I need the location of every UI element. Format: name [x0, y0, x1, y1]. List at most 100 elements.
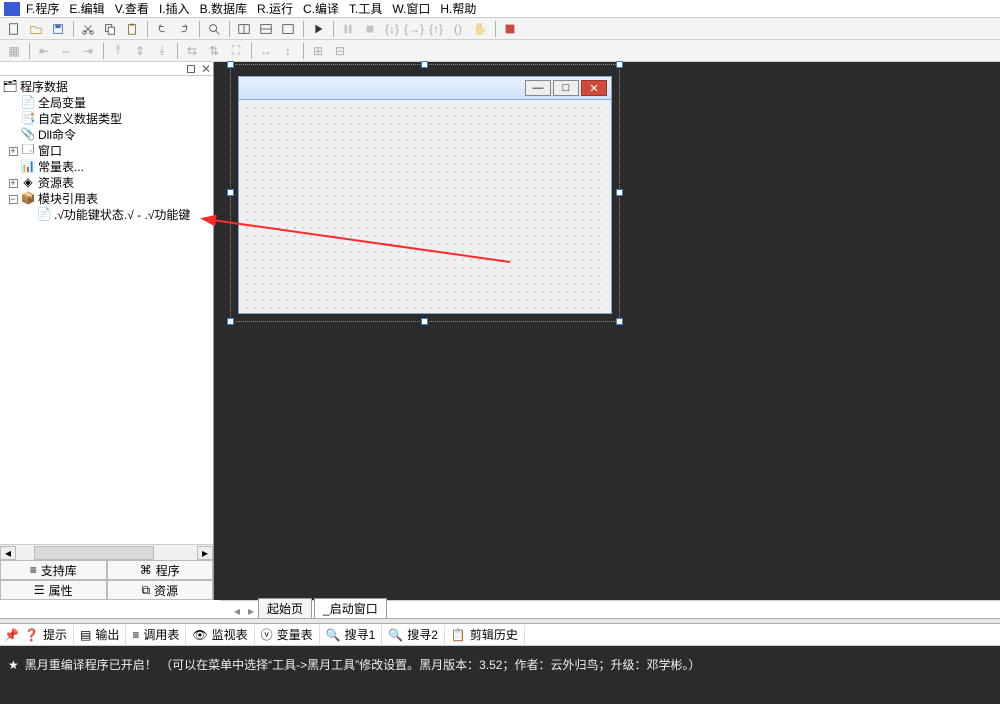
- form-client-area[interactable]: [238, 100, 612, 314]
- tab-startup-window[interactable]: _启动窗口: [314, 598, 387, 618]
- dtab-hints[interactable]: ❓提示: [18, 625, 74, 645]
- same-width-icon[interactable]: ⇆: [182, 42, 202, 60]
- pause-icon[interactable]: [338, 20, 358, 38]
- tree-node-module-child[interactable]: 📄 .√功能键状态.√ - .√功能键: [0, 206, 213, 222]
- dtab-search2[interactable]: 🔍搜寻2: [382, 625, 445, 645]
- undo-icon[interactable]: [152, 20, 172, 38]
- align-bottom-icon[interactable]: ⤓: [152, 42, 172, 60]
- step-over-icon[interactable]: {→}: [404, 20, 424, 38]
- step-out-icon[interactable]: {↑}: [426, 20, 446, 38]
- tree-node-const[interactable]: 📊 常量表...: [0, 158, 213, 174]
- tab-program[interactable]: ⌘程序: [107, 560, 214, 580]
- open-file-icon[interactable]: [26, 20, 46, 38]
- minimize-icon[interactable]: —: [525, 80, 551, 96]
- resize-handle[interactable]: [616, 189, 623, 196]
- scroll-right-icon[interactable]: ▸: [197, 546, 213, 560]
- project-tree[interactable]: 🗂 程序数据 📄 全局变量 📑 自定义数据类型 📎 Dll命令 + 🗔 窗口: [0, 76, 213, 544]
- close-icon[interactable]: ✕: [581, 80, 607, 96]
- same-height-icon[interactable]: ⇅: [204, 42, 224, 60]
- resize-handle[interactable]: [616, 61, 623, 68]
- dtab-vars[interactable]: ⓥ变量表: [255, 625, 320, 645]
- design-form[interactable]: — □ ✕: [238, 76, 612, 314]
- paste-icon[interactable]: [122, 20, 142, 38]
- dtab-output[interactable]: ▤输出: [74, 625, 126, 645]
- align-middle-icon[interactable]: ⇕: [130, 42, 150, 60]
- new-file-icon[interactable]: [4, 20, 24, 38]
- tree-scrollbar[interactable]: ◂ ▸: [0, 544, 213, 560]
- dtab-watch[interactable]: 👁监视表: [186, 625, 254, 645]
- menu-compile[interactable]: C.编译: [303, 0, 339, 17]
- resize-handle[interactable]: [421, 61, 428, 68]
- same-size-icon[interactable]: ⛶: [226, 42, 246, 60]
- dtab-clip[interactable]: 📋剪辑历史: [445, 625, 525, 645]
- toolbar-separator: [492, 20, 498, 38]
- run-icon[interactable]: [308, 20, 328, 38]
- stop-icon[interactable]: [360, 20, 380, 38]
- tab-scroll-right-icon[interactable]: ▸: [244, 604, 258, 618]
- layout2-icon[interactable]: [256, 20, 276, 38]
- menu-run[interactable]: R.运行: [257, 0, 293, 17]
- vspace-icon[interactable]: ↕: [278, 42, 298, 60]
- center-v-icon[interactable]: ⊟: [330, 42, 350, 60]
- grid-icon[interactable]: ▦: [4, 42, 24, 60]
- dtab-callstack[interactable]: ≡调用表: [126, 625, 186, 645]
- form-titlebar[interactable]: — □ ✕: [238, 76, 612, 100]
- align-left-icon[interactable]: ⇤: [34, 42, 54, 60]
- menu-insert[interactable]: I.插入: [159, 0, 190, 17]
- scroll-thumb[interactable]: [34, 546, 154, 560]
- breakpoint-icon[interactable]: (): [448, 20, 468, 38]
- step-into-icon[interactable]: {↓}: [382, 20, 402, 38]
- hspace-icon[interactable]: ↔: [256, 42, 276, 60]
- resize-handle[interactable]: [227, 189, 234, 196]
- tree-node-modules[interactable]: − 📦 模块引用表: [0, 190, 213, 206]
- maximize-icon[interactable]: □: [553, 80, 579, 96]
- menu-database[interactable]: B.数据库: [200, 0, 247, 17]
- output-panel[interactable]: ★黑月重编译程序已开启！ （可以在菜单中选择“工具->黑月工具”修改设置。黑月版…: [0, 646, 1000, 704]
- copy-icon[interactable]: [100, 20, 120, 38]
- expand-icon[interactable]: +: [9, 147, 18, 156]
- tree-node-window[interactable]: + 🗔 窗口: [0, 142, 213, 158]
- tree-node-resource[interactable]: + ◈ 资源表: [0, 174, 213, 190]
- tab-support-lib[interactable]: ≡支持库: [0, 560, 107, 580]
- menu-edit[interactable]: E.编辑: [69, 0, 104, 17]
- resize-handle[interactable]: [421, 318, 428, 325]
- plugin-icon[interactable]: [500, 20, 520, 38]
- align-center-icon[interactable]: ⇔: [56, 42, 76, 60]
- app-logo-icon: [4, 2, 20, 16]
- center-h-icon[interactable]: ⊞: [308, 42, 328, 60]
- find-icon[interactable]: [204, 20, 224, 38]
- menu-view[interactable]: V.查看: [115, 0, 149, 17]
- menu-help[interactable]: H.帮助: [440, 0, 476, 17]
- redo-icon[interactable]: [174, 20, 194, 38]
- tree-root[interactable]: 🗂 程序数据: [0, 78, 213, 94]
- expand-icon[interactable]: +: [9, 179, 18, 188]
- menu-window[interactable]: W.窗口: [392, 0, 430, 17]
- menu-program[interactable]: F.程序: [26, 0, 59, 17]
- align-top-icon[interactable]: ⤒: [108, 42, 128, 60]
- resize-handle[interactable]: [227, 61, 234, 68]
- tree-node-globals[interactable]: 📄 全局变量: [0, 94, 213, 110]
- panel-pin-icon[interactable]: [187, 65, 195, 73]
- code-icon: ⌘: [140, 563, 152, 577]
- menu-tools[interactable]: T.工具: [349, 0, 382, 17]
- scroll-left-icon[interactable]: ◂: [0, 546, 16, 560]
- dtab-search1[interactable]: 🔍搜寻1: [320, 625, 383, 645]
- panel-pin-icon[interactable]: 📌: [4, 628, 18, 642]
- tree-node-types[interactable]: 📑 自定义数据类型: [0, 110, 213, 126]
- collapse-icon[interactable]: −: [9, 195, 18, 204]
- resize-handle[interactable]: [616, 318, 623, 325]
- toolbar-separator: [196, 20, 202, 38]
- designer-canvas[interactable]: — □ ✕: [214, 62, 1000, 600]
- cut-icon[interactable]: [78, 20, 98, 38]
- layout1-icon[interactable]: [234, 20, 254, 38]
- align-right-icon[interactable]: ⇥: [78, 42, 98, 60]
- save-icon[interactable]: [48, 20, 68, 38]
- tab-start[interactable]: 起始页: [258, 598, 312, 618]
- tab-resource[interactable]: ⧉资源: [107, 580, 214, 600]
- tab-scroll-left-icon[interactable]: ◂: [230, 604, 244, 618]
- layout3-icon[interactable]: [278, 20, 298, 38]
- resize-handle[interactable]: [227, 318, 234, 325]
- tab-properties[interactable]: ☰属性: [0, 580, 107, 600]
- hand-icon[interactable]: ✋: [470, 20, 490, 38]
- panel-close-icon[interactable]: ✕: [201, 65, 209, 73]
